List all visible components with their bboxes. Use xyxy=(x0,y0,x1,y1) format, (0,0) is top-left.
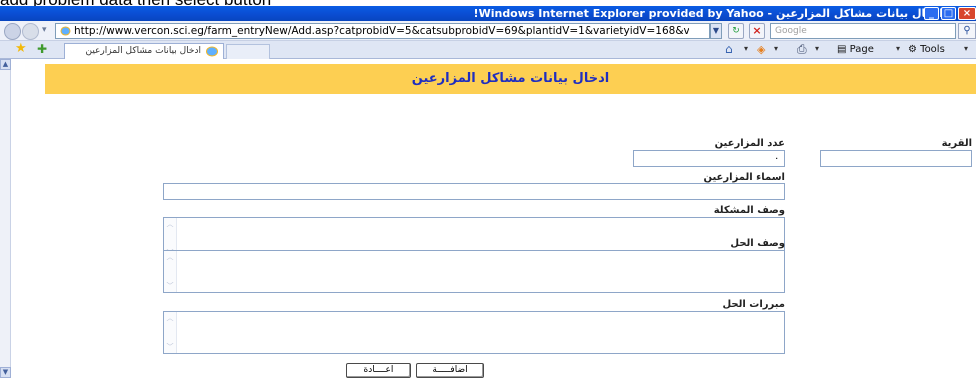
farmers-count-value: ٠ xyxy=(774,153,780,164)
window-title-bar: e ادخال بيانات مشاكل المزارعين - Windows… xyxy=(0,6,976,21)
tools-menu-label: Tools xyxy=(920,44,945,55)
scroll-down-icon[interactable]: ▼ xyxy=(0,367,11,378)
refresh-icon[interactable]: ↻ xyxy=(728,23,744,39)
favorites-star-icon[interactable]: ★ xyxy=(15,42,29,56)
forward-button[interactable] xyxy=(22,23,39,40)
textarea-scrollbar[interactable]: ︿ ﹀ xyxy=(164,312,177,353)
search-placeholder: Google xyxy=(775,26,807,36)
tab-page-icon xyxy=(206,46,218,57)
village-input[interactable] xyxy=(820,150,972,167)
reset-button[interactable]: اعــــادة xyxy=(346,363,411,378)
scroll-up-icon[interactable]: ︿ xyxy=(165,252,175,262)
add-button[interactable]: اضافـــــة xyxy=(416,363,484,378)
tools-dropdown-icon[interactable]: ▾ xyxy=(964,44,968,53)
maximize-button[interactable]: □ xyxy=(941,7,956,20)
scroll-up-icon[interactable]: ▲ xyxy=(0,59,11,70)
print-dropdown-icon[interactable]: ▾ xyxy=(815,44,819,53)
new-tab-button[interactable] xyxy=(226,44,270,59)
solution-justification-textarea[interactable]: ︿ ﹀ xyxy=(163,311,785,354)
scroll-up-icon[interactable]: ︿ xyxy=(165,219,175,229)
page-menu[interactable]: ▤ Page xyxy=(837,42,874,57)
search-icon[interactable]: ⚲ xyxy=(958,23,976,39)
address-toolbar: ▾ http://www.vercon.sci.eg/farm_entryNew… xyxy=(0,21,976,41)
form-heading-banner: ادخال بيانات مشاكل المزارعين xyxy=(45,64,976,94)
textarea-scrollbar[interactable]: ︿ ﹀ xyxy=(164,251,177,292)
problem-description-label: وصف المشكلة xyxy=(713,205,785,216)
farmers-names-label: اسماء المزارعين xyxy=(703,172,785,183)
village-label: القرية xyxy=(941,138,972,149)
tab-label: ادخال بيانات مشاكل المزارعين xyxy=(85,46,201,56)
page-dropdown-icon[interactable]: ▾ xyxy=(896,44,900,53)
scroll-up-icon[interactable]: ︿ xyxy=(165,313,175,323)
close-button[interactable]: × xyxy=(958,7,976,20)
tab-active[interactable]: ادخال بيانات مشاكل المزارعين xyxy=(64,43,224,59)
home-dropdown-icon[interactable]: ▾ xyxy=(744,44,748,53)
stop-icon[interactable]: × xyxy=(749,23,765,39)
print-icon[interactable]: ⎙ xyxy=(797,42,811,57)
page-menu-icon: ▤ xyxy=(837,44,850,55)
tab-toolbar: ★ ✚ ادخال بيانات مشاكل المزارعين ⌂ ▾ ◈ ▾… xyxy=(0,41,976,59)
address-bar[interactable]: http://www.vercon.sci.eg/farm_entryNew/A… xyxy=(55,23,710,39)
window-title: ادخال بيانات مشاكل المزارعين - Windows I… xyxy=(473,7,943,20)
feeds-dropdown-icon[interactable]: ▾ xyxy=(774,44,778,53)
back-button[interactable] xyxy=(4,23,21,40)
solution-description-textarea[interactable]: ︿ ﹀ xyxy=(163,250,785,293)
scroll-down-icon[interactable]: ﹀ xyxy=(165,342,175,352)
feeds-icon[interactable]: ◈ xyxy=(757,42,771,57)
page-menu-label: Page xyxy=(849,44,874,55)
tools-gear-icon: ⚙ xyxy=(908,44,921,55)
page-viewport: ▲ ▼ ادخال بيانات مشاكل المزارعين القرية … xyxy=(0,59,976,378)
farmers-count-input[interactable]: ٠ xyxy=(633,150,785,167)
farmers-count-label: عدد المزارعين xyxy=(714,138,785,149)
solution-justification-label: مبررات الحل xyxy=(722,299,785,310)
scroll-down-icon[interactable]: ﹀ xyxy=(165,281,175,291)
address-dropdown-icon[interactable]: ▼ xyxy=(710,23,722,39)
vertical-scrollbar[interactable]: ▲ ▼ xyxy=(0,59,11,378)
address-url[interactable]: http://www.vercon.sci.eg/farm_entryNew/A… xyxy=(74,24,689,38)
recent-pages-dropdown-icon[interactable]: ▾ xyxy=(42,25,50,35)
minimize-button[interactable]: _ xyxy=(924,7,939,20)
page-title: ادخال بيانات مشاكل المزارعين xyxy=(411,71,610,86)
solution-description-label: وصف الحل xyxy=(730,238,785,249)
page-icon xyxy=(60,26,71,36)
search-input[interactable]: Google xyxy=(770,23,956,39)
home-icon[interactable]: ⌂ xyxy=(725,42,741,57)
tools-menu[interactable]: ⚙ Tools xyxy=(908,42,945,57)
add-favorite-icon[interactable]: ✚ xyxy=(37,42,51,56)
farmers-names-input[interactable] xyxy=(163,183,785,200)
